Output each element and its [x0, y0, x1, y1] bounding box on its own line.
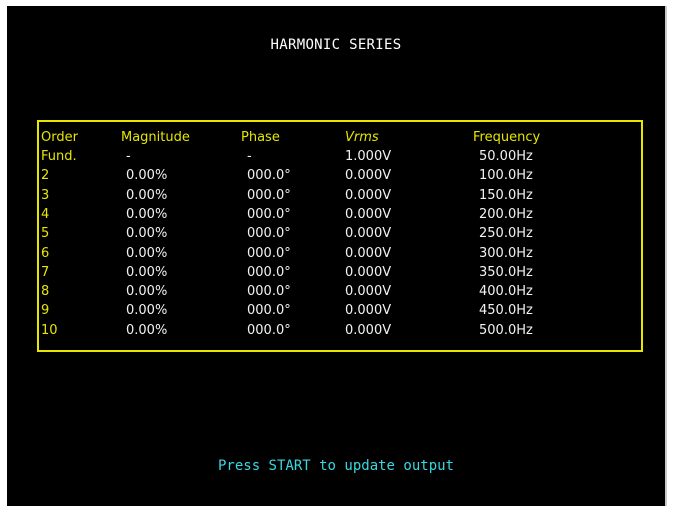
table-row: 5 0.00% 000.0° 0.000V 250.0Hz — [39, 226, 641, 245]
cell-order: 9 — [41, 303, 50, 319]
cell-vrms: 0.000V — [345, 206, 392, 222]
cell-vrms: 0.000V — [345, 284, 392, 300]
cell-phase: 000.0° — [247, 226, 291, 242]
start-prompt: Press START to update output — [217, 458, 454, 474]
cell-magnitude: 0.00% — [126, 264, 168, 280]
cell-magnitude: 0.00% — [126, 322, 168, 338]
cell-vrms: 0.000V — [345, 168, 392, 184]
instrument-window: HARMONIC SERIES Order Magnitude Phase Vr… — [0, 0, 674, 515]
cell-phase: 000.0° — [247, 245, 291, 261]
cell-order: 3 — [41, 187, 50, 203]
screen-bezel-edge — [665, 6, 667, 506]
table-header-row: Order Magnitude Phase Vrms Frequency — [39, 130, 641, 149]
cell-order: Fund. — [41, 149, 77, 164]
cell-phase: 000.0° — [247, 168, 291, 184]
cell-magnitude: 0.00% — [126, 187, 168, 203]
cell-magnitude: - — [126, 149, 131, 164]
table-row: 7 0.00% 000.0° 0.000V 350.0Hz — [39, 265, 641, 284]
cell-phase: - — [247, 149, 252, 164]
display-screen: HARMONIC SERIES Order Magnitude Phase Vr… — [7, 6, 665, 506]
cell-frequency: 250.0Hz — [479, 226, 533, 242]
cell-magnitude: 0.00% — [126, 245, 168, 261]
cell-frequency: 150.0Hz — [479, 187, 533, 203]
cell-vrms: 0.000V — [345, 187, 392, 203]
screen-title: HARMONIC SERIES — [270, 37, 402, 53]
cell-frequency: 400.0Hz — [479, 284, 533, 300]
cell-magnitude: 0.00% — [126, 168, 168, 184]
cell-frequency: 50.00Hz — [479, 149, 533, 164]
cell-order: 4 — [41, 206, 50, 222]
cell-magnitude: 0.00% — [126, 284, 168, 300]
cell-vrms: 1.000V — [345, 149, 392, 164]
cell-frequency: 100.0Hz — [479, 168, 533, 184]
cell-order: 8 — [41, 284, 50, 300]
cell-frequency: 300.0Hz — [479, 245, 533, 261]
cell-magnitude: 0.00% — [126, 303, 168, 319]
cell-phase: 000.0° — [247, 206, 291, 222]
cell-vrms: 0.000V — [345, 303, 392, 319]
header-phase: Phase — [241, 130, 280, 145]
cell-order: 7 — [41, 264, 50, 280]
cell-vrms: 0.000V — [345, 264, 392, 280]
harmonic-table: Order Magnitude Phase Vrms Frequency Fun… — [37, 120, 643, 352]
cell-order: 10 — [41, 322, 58, 338]
cell-vrms: 0.000V — [345, 245, 392, 261]
cell-magnitude: 0.00% — [126, 226, 168, 242]
cell-order: 2 — [41, 168, 50, 184]
cell-vrms: 0.000V — [345, 322, 392, 338]
cell-vrms: 0.000V — [345, 226, 392, 242]
header-magnitude: Magnitude — [121, 130, 190, 145]
cell-phase: 000.0° — [247, 187, 291, 203]
table-row: 3 0.00% 000.0° 0.000V 150.0Hz — [39, 188, 641, 207]
table-row: 2 0.00% 000.0° 0.000V 100.0Hz — [39, 168, 641, 187]
cell-magnitude: 0.00% — [126, 206, 168, 222]
cell-phase: 000.0° — [247, 284, 291, 300]
table-row: Fund. - - 1.000V 50.00Hz — [39, 149, 641, 168]
table-row: 8 0.00% 000.0° 0.000V 400.0Hz — [39, 284, 641, 303]
table-row: 6 0.00% 000.0° 0.000V 300.0Hz — [39, 246, 641, 265]
cell-order: 5 — [41, 226, 50, 242]
table-row: 4 0.00% 000.0° 0.000V 200.0Hz — [39, 207, 641, 226]
cell-frequency: 350.0Hz — [479, 264, 533, 280]
cell-frequency: 500.0Hz — [479, 322, 533, 338]
cell-phase: 000.0° — [247, 303, 291, 319]
table-row: 10 0.00% 000.0° 0.000V 500.0Hz — [39, 323, 641, 342]
header-order: Order — [41, 130, 78, 145]
cell-phase: 000.0° — [247, 322, 291, 338]
header-vrms: Vrms — [345, 130, 379, 145]
cell-frequency: 200.0Hz — [479, 206, 533, 222]
cell-phase: 000.0° — [247, 264, 291, 280]
cell-frequency: 450.0Hz — [479, 303, 533, 319]
cell-order: 6 — [41, 245, 50, 261]
table-row: 9 0.00% 000.0° 0.000V 450.0Hz — [39, 303, 641, 322]
header-frequency: Frequency — [473, 130, 541, 145]
